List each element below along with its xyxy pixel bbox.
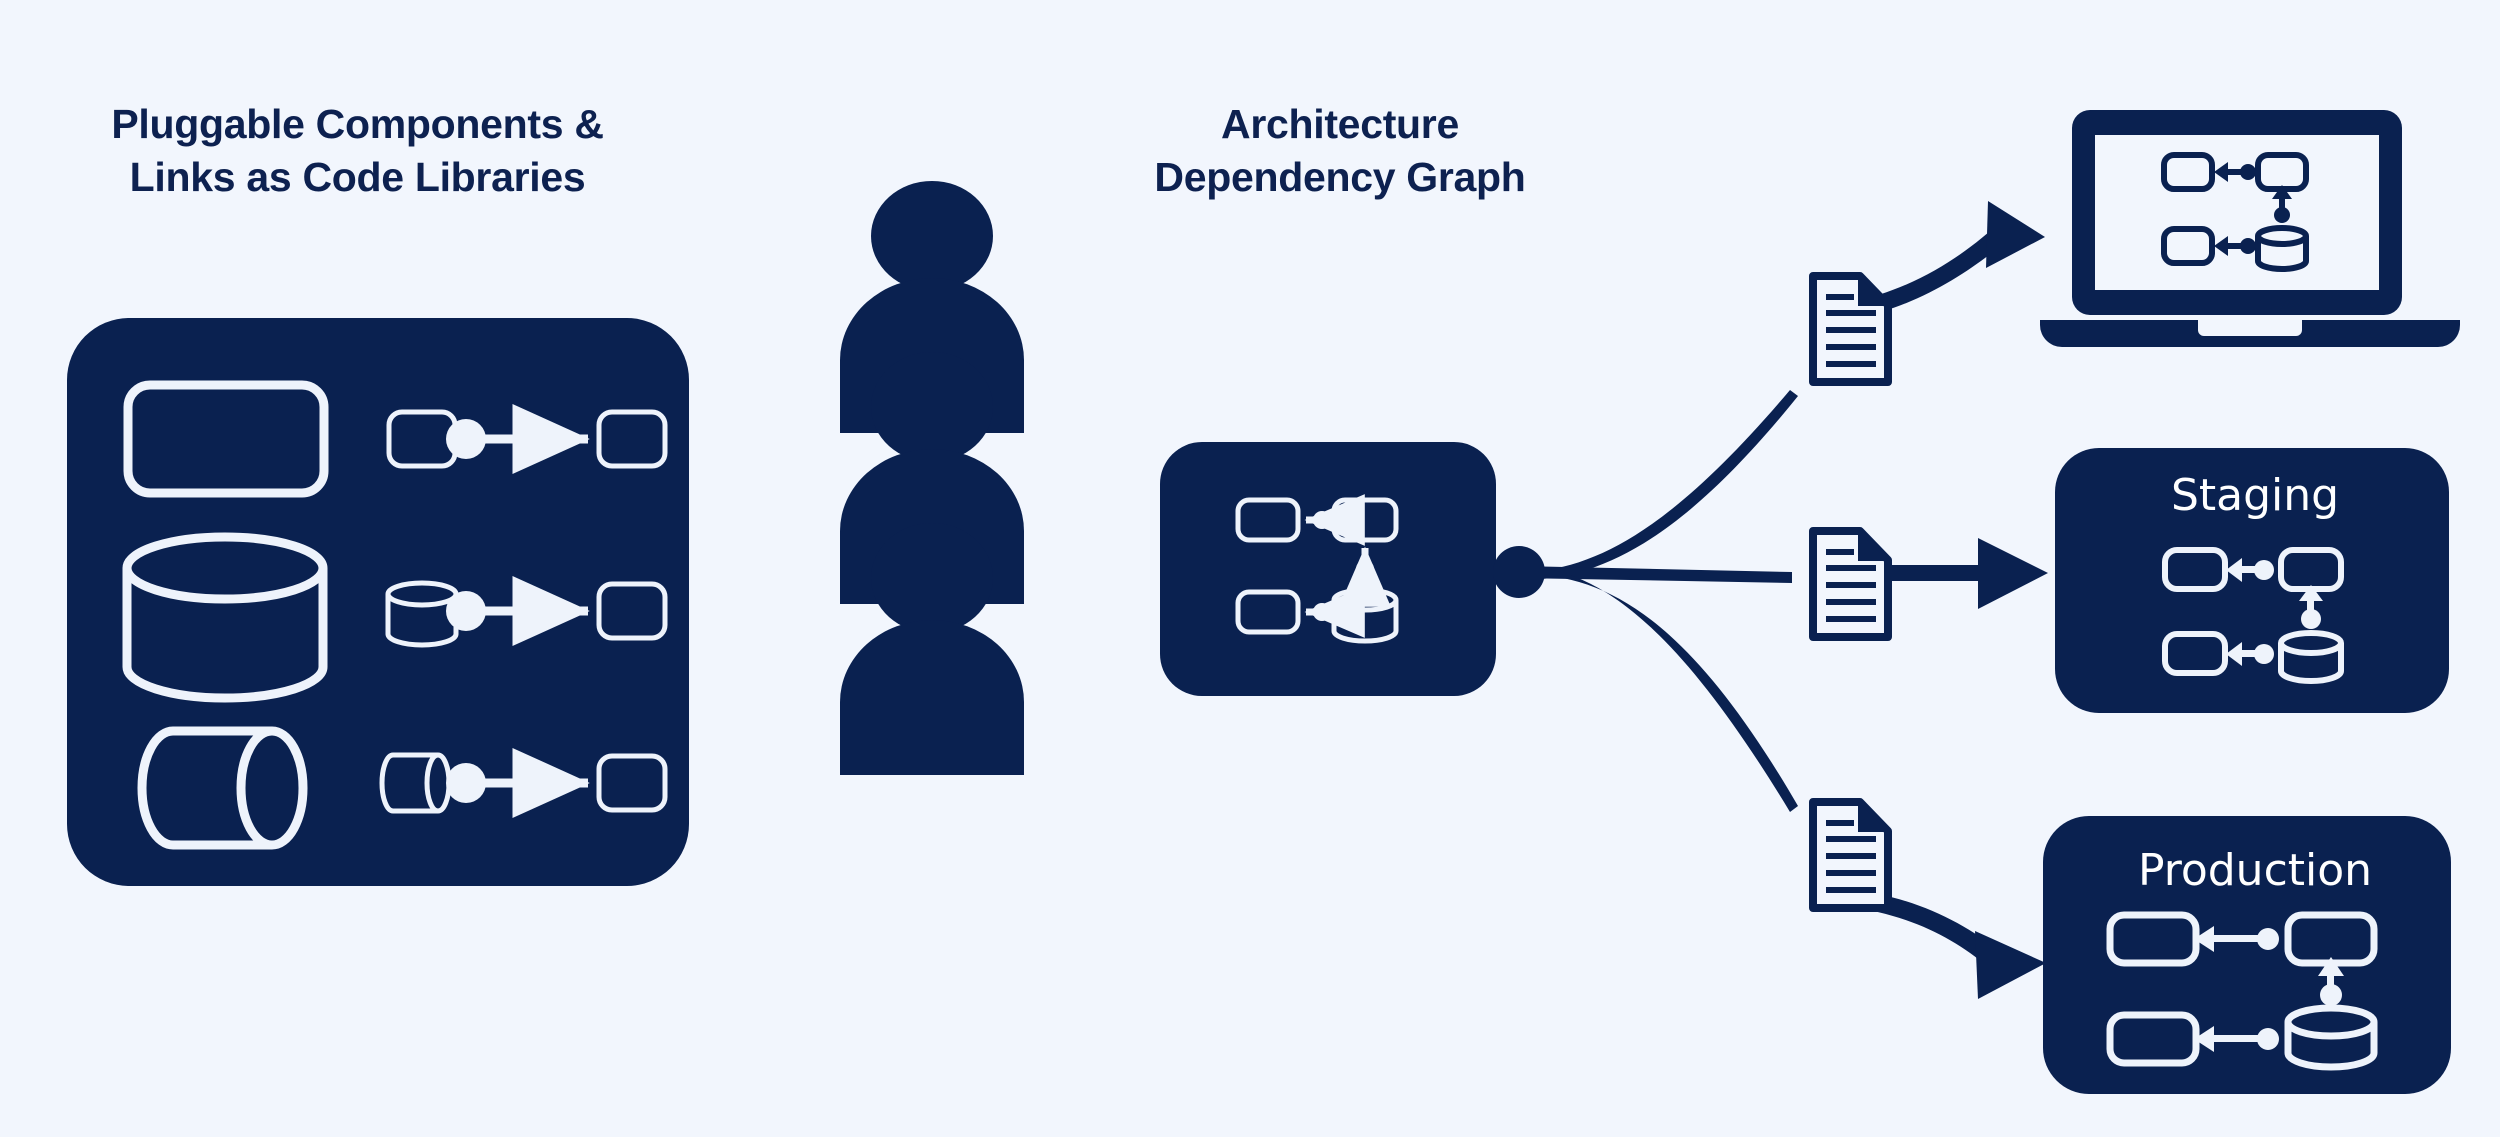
pipeline	[1493, 201, 2048, 999]
production-label: Production	[2137, 845, 2373, 896]
page-title-left: Pluggable Components & Links as Code Lib…	[111, 101, 604, 201]
architecture-graph-background	[1160, 442, 1496, 696]
staging-label: Staging	[2170, 470, 2340, 521]
architecture-dependency-graph[interactable]	[1160, 442, 1496, 696]
laptop-trackpad-notch	[2198, 320, 2302, 336]
laptop-screen	[2095, 135, 2379, 290]
document-icon-production[interactable]	[1809, 798, 1892, 912]
laptop-preview[interactable]	[2040, 110, 2460, 347]
branch-production-line	[1519, 566, 1798, 812]
document-icon-staging[interactable]	[1809, 527, 1892, 641]
component-and-link-library-panel	[67, 318, 689, 886]
page-title-center: Architecture Dependency Graph	[1154, 101, 1526, 201]
branch-local-line	[1519, 390, 1798, 580]
distribution-hub[interactable]	[1493, 546, 1545, 598]
diagram-canvas: Pluggable Components & Links as Code Lib…	[0, 0, 2500, 1137]
arrow-to-staging	[1886, 538, 2048, 609]
document-icon-local[interactable]	[1809, 272, 1892, 386]
team-members	[840, 181, 1024, 775]
library-panel-background	[67, 318, 689, 886]
